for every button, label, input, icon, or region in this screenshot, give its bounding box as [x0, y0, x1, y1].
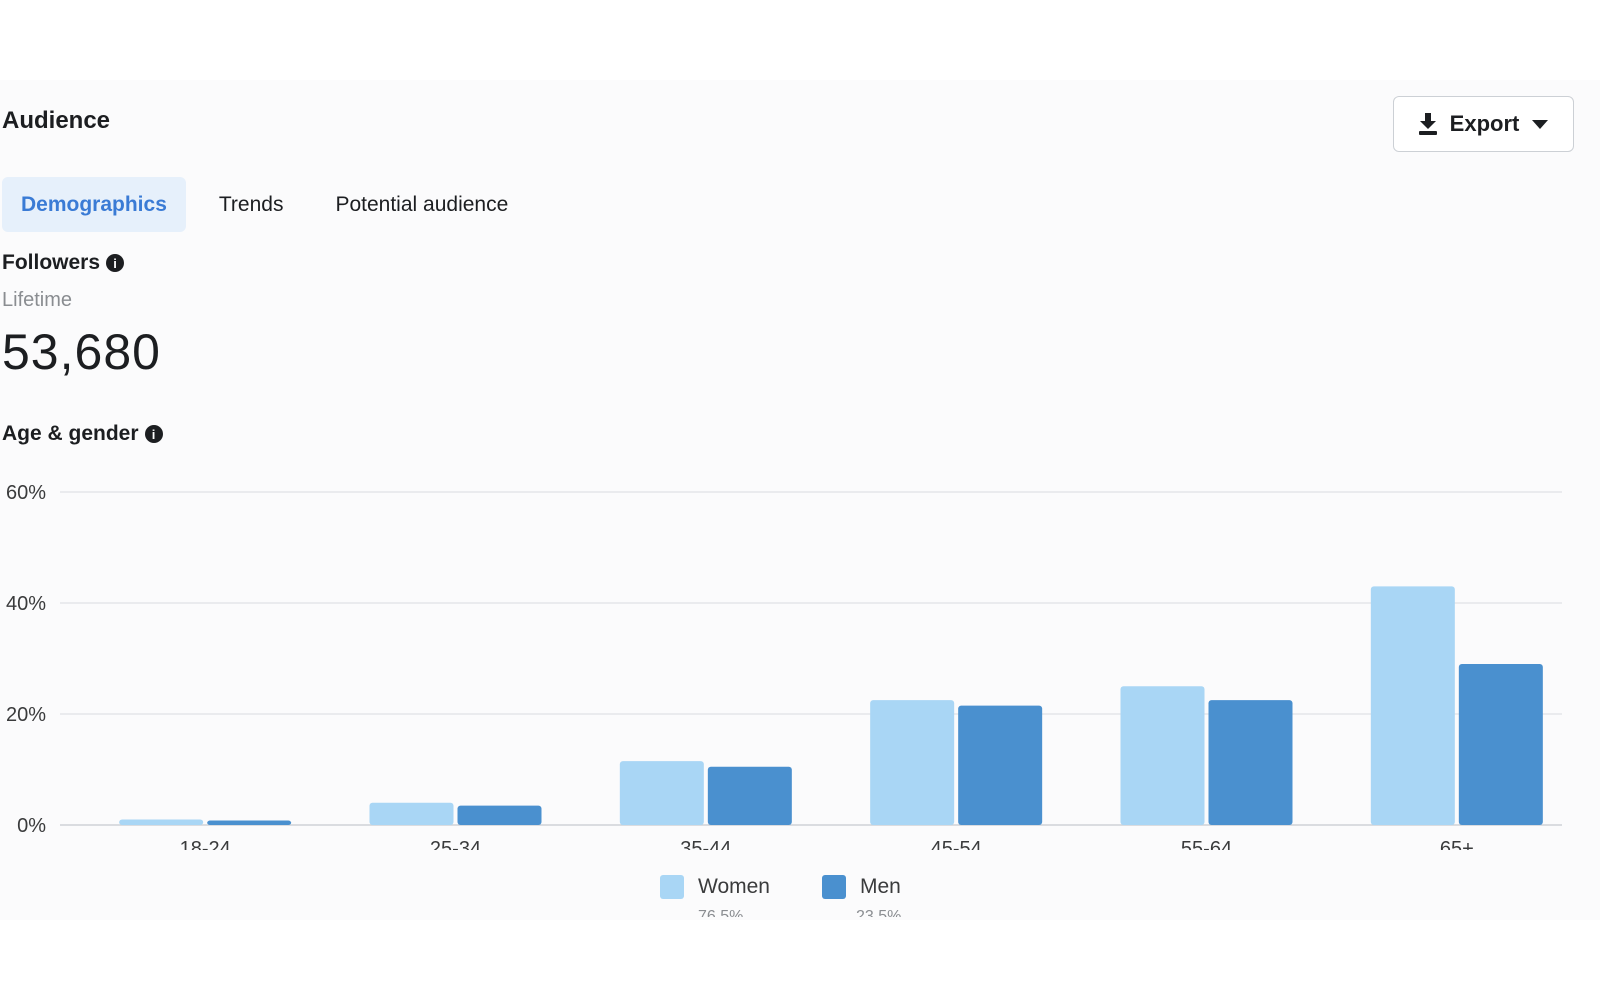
age-gender-label: Age & gender [2, 422, 139, 445]
bar-women-65+ [1370, 586, 1455, 825]
followers-heading: Followers i [2, 251, 125, 275]
y-tick-label: 0% [17, 815, 46, 837]
legend-label-women: Women [698, 875, 770, 898]
info-icon[interactable]: i [144, 425, 163, 443]
export-label: Export [1449, 111, 1520, 136]
legend-share-women: 76.5% [698, 908, 744, 917]
bar-women-18-24 [119, 819, 204, 825]
bar-men-65+ [1458, 664, 1543, 825]
followers-label: Followers [2, 251, 101, 274]
y-tick-label: 60% [6, 482, 46, 504]
x-tick-label: 55-64 [1181, 838, 1232, 850]
y-tick-label: 20% [6, 704, 46, 726]
age-gender-bar-chart: 0% 20% 40% 60% 18-24 25-34 35-44 45-54 55-64 65+ [6, 482, 1562, 850]
legend-share-men: 23.5% [856, 908, 902, 917]
bar-women-45-54 [870, 700, 955, 825]
bar-women-25-34 [369, 802, 454, 825]
x-tick-label: 35-44 [680, 838, 731, 850]
tab-potential-audience[interactable]: Potential audience [316, 177, 527, 232]
age-gender-heading: Age & gender i [2, 422, 163, 446]
bar-men-18-24 [207, 820, 292, 825]
followers-count: 53,680 [2, 324, 161, 380]
bar-men-45-54 [958, 705, 1043, 825]
export-button[interactable]: Export [1393, 96, 1574, 152]
chart-legend: Women Men [660, 875, 901, 899]
x-tick-label: 18-24 [180, 838, 231, 850]
tab-bar: Demographics Trends Potential audience [2, 177, 541, 232]
legend-label-men: Men [859, 875, 901, 898]
x-tick-label: 45-54 [931, 838, 982, 850]
tab-trends[interactable]: Trends [200, 177, 303, 232]
bar-men-35-44 [707, 766, 792, 825]
legend-swatch-men [821, 875, 846, 899]
tab-demographics[interactable]: Demographics [2, 177, 186, 232]
bar-women-55-64 [1120, 686, 1205, 825]
bar-men-55-64 [1208, 700, 1293, 825]
legend-item-men[interactable]: Men [821, 875, 901, 899]
y-tick-label: 40% [6, 593, 46, 615]
page-title: Audience [2, 107, 111, 134]
legend-swatch-women [660, 875, 684, 899]
legend-item-women[interactable]: Women [660, 875, 770, 899]
caret-down-icon [1531, 118, 1549, 130]
x-tick-label: 65+ [1440, 838, 1474, 850]
bar-men-25-34 [457, 805, 542, 825]
info-icon[interactable]: i [106, 254, 125, 272]
bar-women-35-44 [619, 761, 704, 825]
followers-period: Lifetime [2, 289, 73, 311]
x-tick-label: 25-34 [430, 838, 481, 850]
download-icon [1418, 112, 1438, 136]
